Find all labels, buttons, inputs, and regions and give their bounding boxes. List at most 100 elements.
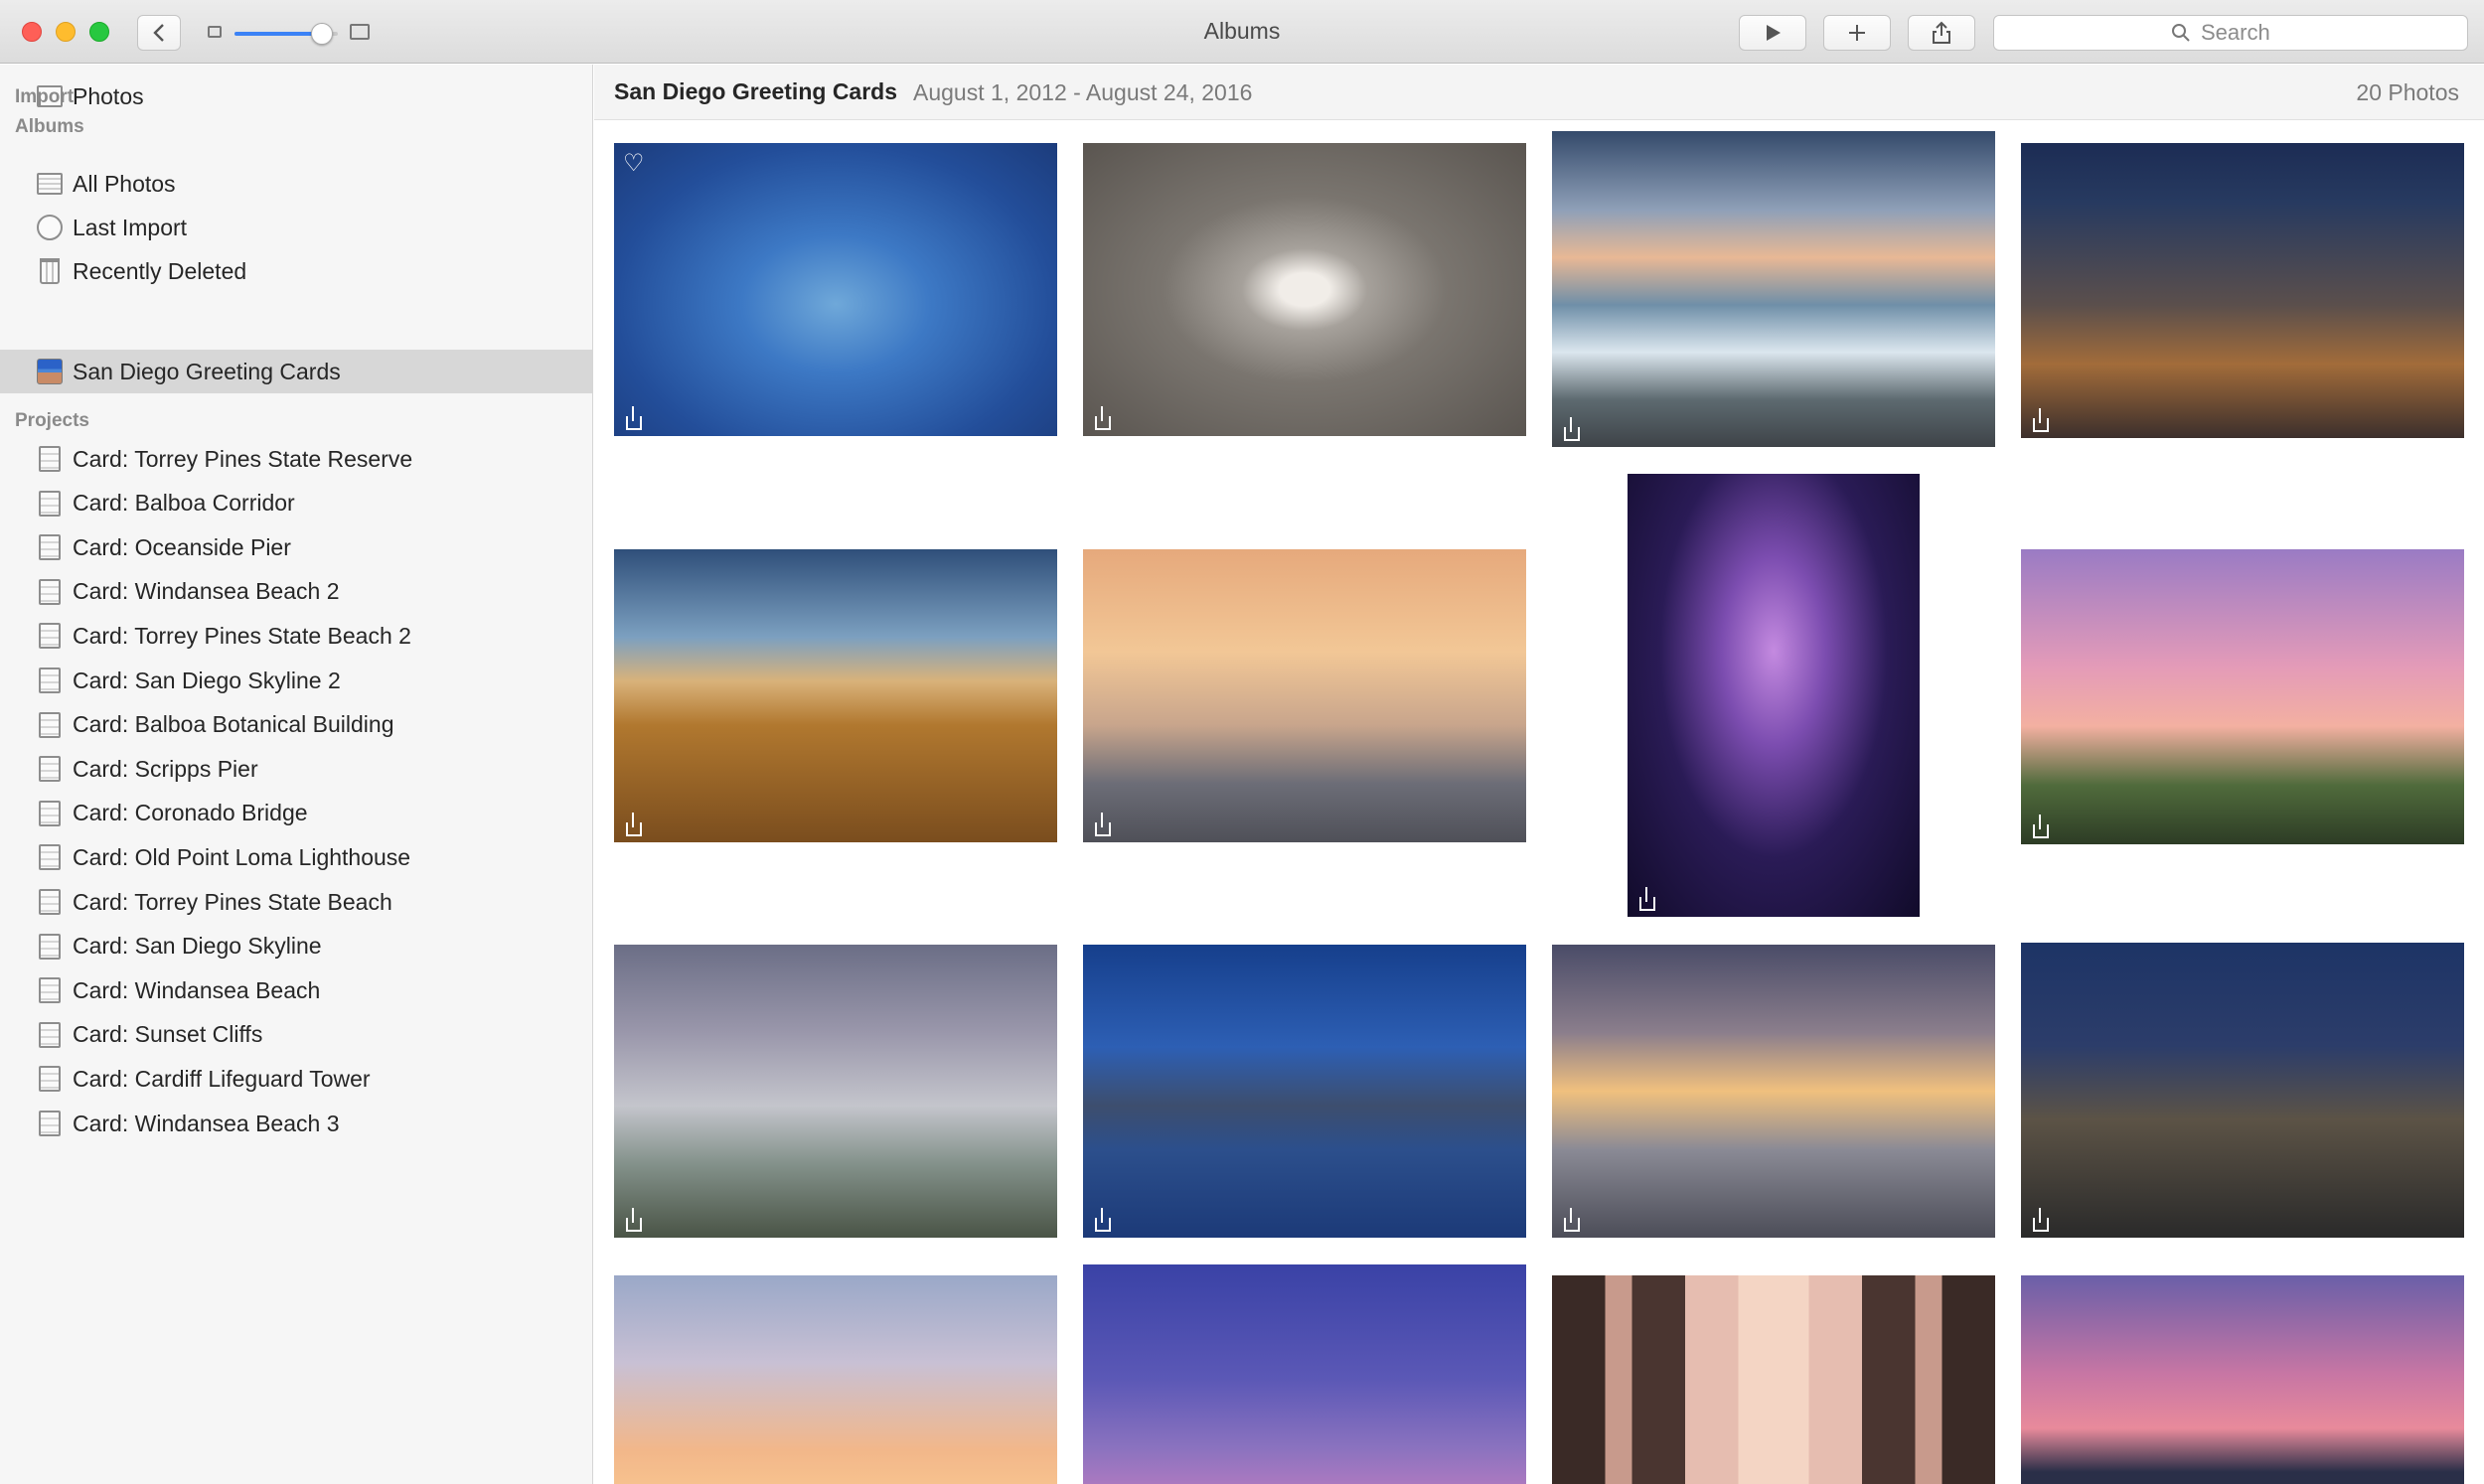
sidebar: Photos Import Albums All Photos Last Imp… <box>0 65 593 1484</box>
shared-badge-icon <box>2031 1208 2051 1232</box>
shared-badge-icon <box>1093 813 1113 836</box>
share-button[interactable] <box>1908 15 1975 51</box>
shared-badge-icon <box>2031 408 2051 432</box>
photo-thumbnail[interactable] <box>614 945 1057 1238</box>
sidebar-item-project[interactable]: Card: Torrey Pines State Beach 2 <box>0 614 592 658</box>
sidebar-item-label: All Photos <box>73 171 176 198</box>
slider-knob[interactable] <box>311 23 333 45</box>
sidebar-item-san-diego-greeting-cards[interactable]: San Diego Greeting Cards <box>0 350 592 393</box>
shared-badge-icon <box>1093 1208 1113 1232</box>
shared-badge-icon <box>1637 887 1657 911</box>
trash-icon <box>40 258 60 284</box>
sidebar-item-project[interactable]: Card: Coronado Bridge <box>0 792 592 835</box>
sidebar-item-project[interactable]: Card: Windansea Beach 3 <box>0 1102 592 1145</box>
window-title: Albums <box>1093 18 1391 45</box>
shared-badge-icon <box>1562 1208 1582 1232</box>
sidebar-item-project[interactable]: Card: Balboa Corridor <box>0 482 592 525</box>
add-button[interactable] <box>1823 15 1891 51</box>
photo-thumbnail[interactable] <box>614 549 1057 842</box>
section-header-projects: Projects <box>15 410 89 432</box>
photo-thumbnail[interactable] <box>1083 1264 1526 1484</box>
sidebar-item-label: Card: Scripps Pier <box>73 756 258 783</box>
section-header-albums: Albums <box>15 116 84 138</box>
search-field[interactable] <box>1993 15 2468 51</box>
sidebar-item-label: Card: San Diego Skyline <box>73 933 322 960</box>
photo-thumbnail[interactable] <box>614 1275 1057 1484</box>
sidebar-item-project[interactable]: Card: Old Point Loma Lighthouse <box>0 835 592 879</box>
shared-badge-icon <box>1093 406 1113 430</box>
sidebar-item-label: Card: Balboa Corridor <box>73 490 295 517</box>
sidebar-item-project[interactable]: Card: Torrey Pines State Reserve <box>0 437 592 481</box>
photo-thumbnail[interactable] <box>2021 549 2464 844</box>
search-input[interactable] <box>2201 20 2290 46</box>
sidebar-item-project[interactable]: Card: Windansea Beach <box>0 968 592 1012</box>
sidebar-item-all-photos[interactable]: All Photos <box>0 162 592 206</box>
title-bar: Albums <box>0 0 2484 64</box>
favorite-heart-icon[interactable]: ♡ <box>623 151 649 177</box>
card-project-icon <box>39 1022 61 1048</box>
photo-thumbnail[interactable] <box>2021 1275 2464 1484</box>
album-thumbnail-icon <box>37 359 63 384</box>
card-project-icon <box>39 844 61 870</box>
sidebar-item-project[interactable]: Card: Scripps Pier <box>0 747 592 791</box>
photo-thumbnail[interactable] <box>1083 945 1526 1238</box>
sidebar-item-last-import[interactable]: Last Import <box>0 206 592 249</box>
shared-badge-icon <box>1562 417 1582 441</box>
photo-thumbnail[interactable] <box>2021 943 2464 1238</box>
photo-thumbnail[interactable] <box>1552 131 1995 447</box>
sidebar-item-project[interactable]: Card: Sunset Cliffs <box>0 1013 592 1057</box>
sidebar-item-project[interactable]: Card: Windansea Beach 2 <box>0 570 592 614</box>
sidebar-item-label: Card: Balboa Botanical Building <box>73 711 393 738</box>
sidebar-item-label: San Diego Greeting Cards <box>73 359 341 385</box>
sidebar-item-label: Card: Old Point Loma Lighthouse <box>73 844 410 871</box>
section-header-import: Import <box>15 86 74 108</box>
sidebar-item-label: Card: Cardiff Lifeguard Tower <box>73 1066 371 1093</box>
card-project-icon <box>39 668 61 693</box>
shared-badge-icon <box>624 406 644 430</box>
card-project-icon <box>39 446 61 472</box>
card-project-icon <box>39 801 61 826</box>
card-project-icon <box>39 534 61 560</box>
album-header: San Diego Greeting Cards August 1, 2012 … <box>594 65 2484 120</box>
card-project-icon <box>39 579 61 605</box>
slideshow-button[interactable] <box>1739 15 1806 51</box>
plus-icon <box>1846 22 1868 44</box>
close-window-button[interactable] <box>22 22 42 42</box>
slider-track[interactable] <box>234 32 338 36</box>
sidebar-item-label: Card: San Diego Skyline 2 <box>73 668 341 694</box>
minimize-window-button[interactable] <box>56 22 76 42</box>
card-project-icon <box>39 756 61 782</box>
play-icon <box>1762 22 1784 44</box>
sidebar-item-project[interactable]: Card: Cardiff Lifeguard Tower <box>0 1057 592 1101</box>
sidebar-item-label: Card: Torrey Pines State Beach 2 <box>73 623 411 650</box>
clock-icon <box>37 215 63 240</box>
photo-thumbnail[interactable] <box>1552 945 1995 1238</box>
fullscreen-window-button[interactable] <box>89 22 109 42</box>
sidebar-item-project[interactable]: Card: San Diego Skyline <box>0 925 592 968</box>
back-button[interactable] <box>137 15 181 51</box>
sidebar-item-project[interactable]: Card: Balboa Botanical Building <box>0 703 592 747</box>
sidebar-item-recently-deleted[interactable]: Recently Deleted <box>0 249 592 293</box>
sidebar-item-project[interactable]: Card: Oceanside Pier <box>0 525 592 569</box>
sidebar-item-project[interactable]: Card: San Diego Skyline 2 <box>0 659 592 702</box>
photo-thumbnail[interactable] <box>1552 1275 1995 1484</box>
photo-thumbnail[interactable] <box>2021 143 2464 438</box>
photo-thumbnail[interactable] <box>1083 143 1526 436</box>
share-icon <box>1931 21 1952 45</box>
date-range: August 1, 2012 - August 24, 2016 <box>913 79 1252 106</box>
sidebar-item-photos[interactable]: Photos <box>0 74 592 118</box>
photo-thumbnail[interactable]: ♡ <box>614 143 1057 436</box>
album-title: San Diego Greeting Cards <box>614 78 897 105</box>
photo-thumbnail[interactable] <box>1628 474 1920 917</box>
thumbnail-size-slider[interactable] <box>205 18 374 48</box>
sidebar-item-label: Card: Sunset Cliffs <box>73 1021 262 1048</box>
sidebar-item-label: Card: Oceanside Pier <box>73 534 291 561</box>
sidebar-item-label: Photos <box>73 83 144 110</box>
chevron-left-icon <box>151 22 167 44</box>
sidebar-item-label: Card: Windansea Beach <box>73 977 320 1004</box>
sidebar-item-label: Card: Coronado Bridge <box>73 800 308 826</box>
sidebar-item-project[interactable]: Card: Torrey Pines State Beach <box>0 880 592 924</box>
sidebar-item-label: Card: Torrey Pines State Beach <box>73 889 392 916</box>
photo-thumbnail[interactable] <box>1083 549 1526 842</box>
small-thumbnail-icon <box>208 26 222 38</box>
